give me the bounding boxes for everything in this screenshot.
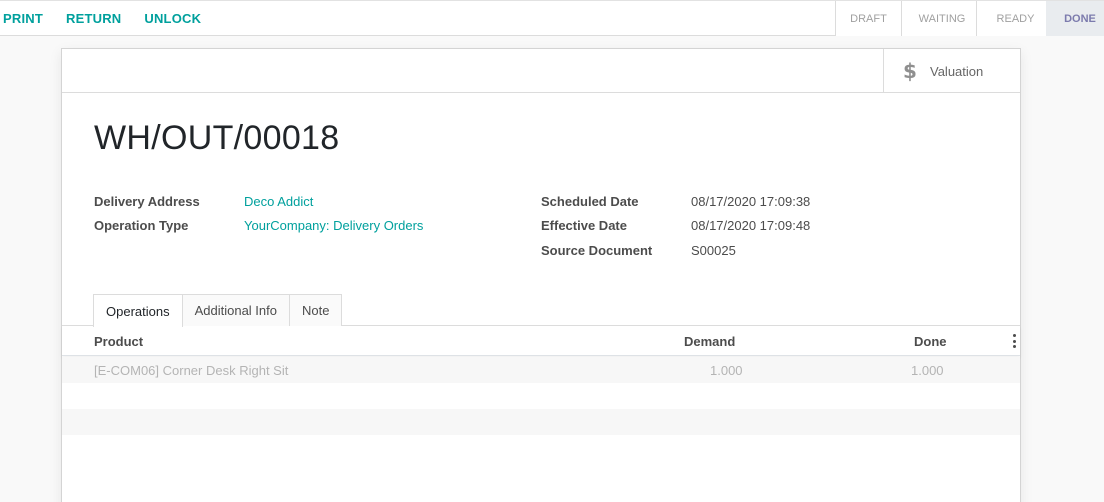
status-bar-stages: Draft Waiting Ready Done [835, 1, 1104, 36]
column-header-product[interactable]: Product [94, 334, 143, 349]
row-demand: 1.000 [710, 363, 743, 378]
form-sheet: $ Valuation WH/OUT/00018 Delivery Addres… [61, 48, 1021, 502]
unlock-button[interactable]: Unlock [144, 11, 201, 26]
operations-table-header: Product Demand Done [62, 326, 1020, 356]
table-row[interactable]: [E-COM06] Corner Desk Right Sit 1.000 1.… [62, 357, 1020, 383]
control-panel: Print Return Unlock Draft Waiting Ready [0, 0, 1104, 36]
action-buttons: Print Return Unlock [0, 1, 201, 36]
stage-ready[interactable]: Ready [976, 1, 1046, 36]
source-document-label: Source Document [541, 243, 653, 258]
column-header-demand[interactable]: Demand [684, 334, 735, 349]
operation-type-label: Operation Type [94, 218, 189, 233]
effective-date-value: 08/17/2020 17:09:48 [691, 218, 811, 233]
tab-operations[interactable]: Operations [93, 294, 183, 327]
delivery-address-label: Delivery Address [94, 194, 200, 209]
notebook-tabs: Operations Additional Info Note [93, 294, 343, 327]
table-row-empty [62, 409, 1020, 435]
operation-type-link[interactable]: YourCompany: Delivery Orders [244, 218, 423, 233]
tab-additional-info-label: Additional Info [194, 303, 277, 318]
scheduled-date-value: 08/17/2020 17:09:38 [691, 194, 811, 209]
tab-note[interactable]: Note [289, 294, 343, 326]
source-document-value: S00025 [691, 243, 736, 258]
tab-note-label: Note [302, 303, 330, 318]
table-row-empty [62, 383, 1020, 409]
stage-done[interactable]: Done [1046, 1, 1104, 36]
optional-columns-icon[interactable] [1012, 334, 1016, 348]
stage-draft[interactable]: Draft [835, 1, 901, 36]
stage-waiting[interactable]: Waiting [901, 1, 976, 36]
effective-date-label: Effective Date [541, 218, 627, 233]
row-done: 1.000 [911, 363, 944, 378]
smart-button-box: $ Valuation [62, 49, 1020, 93]
print-button[interactable]: Print [3, 11, 43, 26]
valuation-label: Valuation [930, 63, 984, 79]
tab-operations-label: Operations [106, 303, 170, 319]
tab-additional-info[interactable]: Additional Info [181, 294, 290, 326]
delivery-address-link[interactable]: Deco Addict [244, 194, 313, 209]
row-product: [E-COM06] Corner Desk Right Sit [94, 363, 289, 378]
return-button[interactable]: Return [66, 11, 121, 26]
stage-done-label: Done [1064, 12, 1096, 25]
scheduled-date-label: Scheduled Date [541, 194, 639, 209]
stage-waiting-label: Waiting [918, 12, 966, 25]
stage-draft-label: Draft [850, 12, 887, 25]
stage-ready-label: Ready [996, 12, 1035, 25]
record-title: WH/OUT/00018 [94, 119, 340, 157]
valuation-button[interactable]: $ Valuation [883, 49, 1020, 93]
column-header-done[interactable]: Done [914, 334, 947, 349]
dollar-icon: $ [903, 59, 917, 83]
